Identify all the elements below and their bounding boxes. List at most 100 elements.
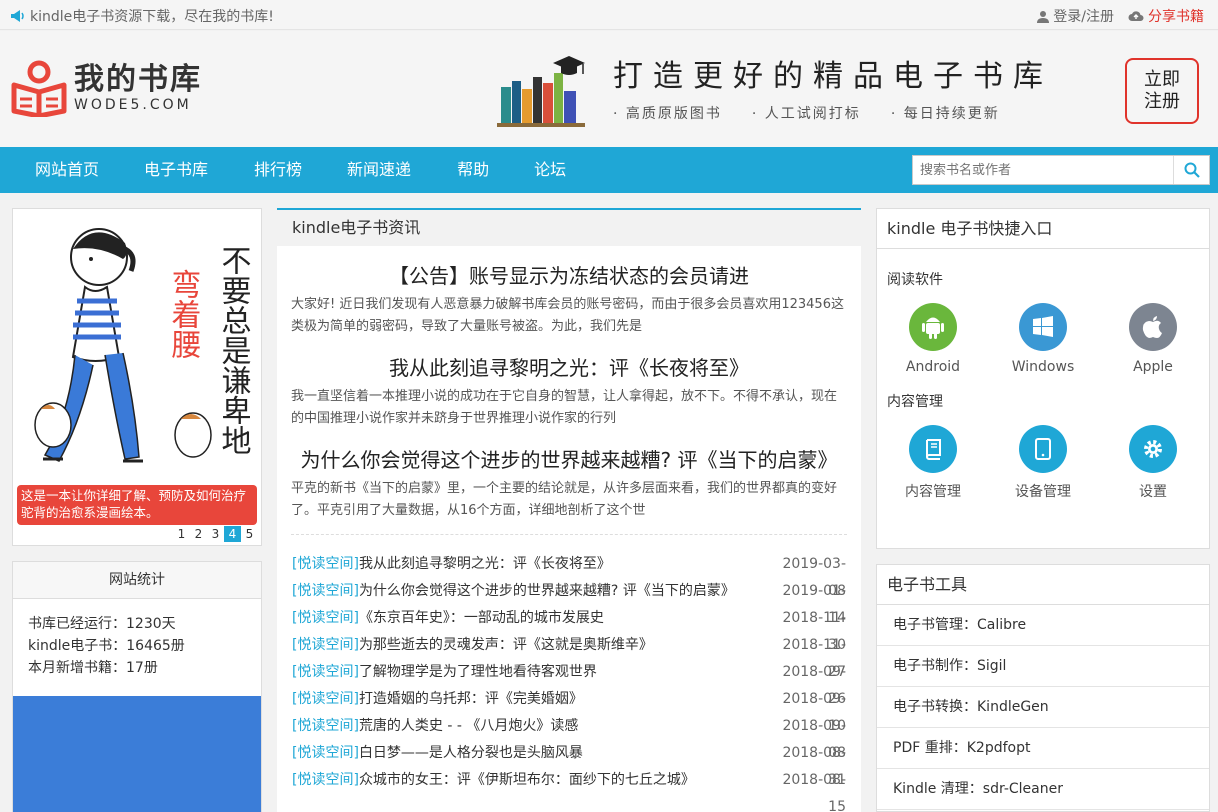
cloud-upload-icon: [1128, 11, 1144, 21]
news-category[interactable]: [悦读空间]: [292, 578, 359, 605]
slider-dot[interactable]: 1: [173, 526, 190, 542]
news-date: 2018-08-31: [782, 745, 846, 788]
nav-news[interactable]: 新闻速递: [347, 147, 411, 193]
nav-home[interactable]: 网站首页: [35, 147, 99, 193]
slogan-title: 打造更好的精品电子书库: [613, 59, 1053, 94]
cover-title-red: 弯着腰: [166, 269, 202, 359]
news-list-item[interactable]: [悦读空间] 为那些逝去的灵魂发声：评《这就是奥斯维辛》 2018-11-27: [292, 632, 846, 680]
search-input[interactable]: [913, 156, 1173, 184]
article-title[interactable]: 为什么你会觉得这个进步的世界越来越糟? 评《当下的启蒙》: [291, 446, 847, 474]
nav-forum[interactable]: 论坛: [534, 147, 566, 193]
megaphone-icon: [11, 10, 24, 22]
news-date: 2018-11-30: [782, 610, 846, 653]
news-title[interactable]: 众城市的女王：评《伊斯坦布尔：面纱下的七丘之城》: [359, 767, 766, 794]
android-app-link[interactable]: Android: [893, 303, 973, 375]
book-icon: [909, 425, 957, 473]
content-management-label: 内容管理: [887, 394, 943, 410]
slogan-item: · 每日持续更新: [890, 106, 1000, 122]
news-list-item[interactable]: [悦读空间] 白日梦——是人格分裂也是头脑风暴 2018-08-31: [292, 740, 846, 788]
books-graduation-cap-icon: [497, 56, 585, 127]
tagline-text: kindle电子书资源下载，尽在我的书库!: [30, 9, 274, 25]
device-management-link[interactable]: 设备管理: [1003, 425, 1083, 501]
gear-icon: [1129, 425, 1177, 473]
stat-line: kindle电子书：16465册: [28, 638, 185, 654]
apple-icon: [1129, 303, 1177, 351]
reading-software-label: 阅读软件: [887, 272, 943, 288]
logo-reader-icon: [11, 60, 67, 117]
content-management-link[interactable]: 内容管理: [893, 425, 973, 501]
news-date: 2018-09-10: [782, 691, 846, 734]
nav-ebook-library[interactable]: 电子书库: [144, 147, 208, 193]
news-title[interactable]: 荒唐的人类史 - - 《八月炮火》读感: [359, 713, 766, 740]
news-list: [悦读空间] 我从此刻追寻黎明之光：评《长夜将至》 2019-03-08 [悦读空间…: [277, 535, 861, 812]
share-books-link[interactable]: 分享书籍: [1128, 6, 1204, 26]
news-title[interactable]: 我从此刻追寻黎明之光：评《长夜将至》: [359, 551, 766, 578]
settings-link[interactable]: 设置: [1113, 425, 1193, 501]
featured-article: 【公告】账号显示为冻结状态的会员请进 大家好! 近日我们发现有人恶意暴力破解书库…: [277, 262, 861, 338]
news-date: 2019-01-14: [782, 583, 846, 626]
news-list-item[interactable]: [悦读空间] 了解物理学是为了理性地看待客观世界 2018-09-26: [292, 659, 846, 707]
news-list-item[interactable]: [悦读空间] 为什么你会觉得这个进步的世界越来越糟? 评《当下的启蒙》 2019-0…: [292, 578, 846, 626]
login-label: 登录/注册: [1053, 9, 1114, 25]
user-icon: [1037, 10, 1050, 23]
tool-link-kindlegen[interactable]: 电子书转换：KindleGen: [877, 687, 1209, 728]
cover-title-black: 不要总是谦卑地: [216, 245, 252, 455]
stats-blue-block: [13, 696, 261, 812]
slider-dot[interactable]: 5: [241, 526, 258, 542]
news-category[interactable]: [悦读空间]: [292, 632, 359, 659]
site-logo[interactable]: 我的书库 WODE5.COM: [10, 59, 202, 117]
news-date: 2018-09-26: [782, 664, 846, 707]
search-button[interactable]: [1173, 156, 1209, 184]
news-category[interactable]: [悦读空间]: [292, 767, 359, 794]
tool-link-k2pdfopt[interactable]: PDF 重排：K2pdfopt: [877, 728, 1209, 769]
apple-label: Apple: [1133, 359, 1173, 375]
news-category[interactable]: [悦读空间]: [292, 605, 359, 632]
news-title[interactable]: 为什么你会觉得这个进步的世界越来越糟? 评《当下的启蒙》: [359, 578, 766, 605]
book-banner-slider[interactable]: 弯着腰 不要总是谦卑地 这是一本让你详细了解、预防及如何治疗驼背的治愈系漫画绘本…: [12, 208, 262, 546]
register-line-2: 注册: [1144, 91, 1180, 112]
news-list-item[interactable]: [悦读空间] 我从此刻追寻黎明之光：评《长夜将至》 2019-03-08: [292, 551, 846, 599]
device-management-label: 设备管理: [1015, 484, 1071, 500]
login-register-link[interactable]: 登录/注册: [1037, 6, 1114, 26]
news-category[interactable]: [悦读空间]: [292, 740, 359, 767]
news-category[interactable]: [悦读空间]: [292, 551, 359, 578]
site-tagline: kindle电子书资源下载，尽在我的书库!: [10, 6, 274, 26]
ebook-tools-panel: 电子书工具 电子书管理：Calibre 电子书制作：Sigil 电子书转换：Ki…: [876, 564, 1210, 812]
news-category[interactable]: [悦读空间]: [292, 659, 359, 686]
news-list-item[interactable]: [悦读空间] 打造婚姻的乌托邦：评《完美婚姻》 2018-09-10: [292, 686, 846, 734]
news-title[interactable]: 打造婚姻的乌托邦：评《完美婚姻》: [359, 686, 766, 713]
article-summary: 大家好! 近日我们发现有人恶意暴力破解书库会员的账号密码，而由于很多会员喜欢用1…: [291, 297, 844, 334]
news-list-item[interactable]: [悦读空间] 《东京百年史》：一部动乱的城市发展史 2018-11-30: [292, 605, 846, 653]
news-list-item[interactable]: [悦读空间] 荒唐的人类史 - - 《八月炮火》读感 2018-09-08: [292, 713, 846, 761]
article-summary: 我一直坚信着一本推理小说的成功在于它自身的智慧，让人拿得起，放不下。不得不承认，…: [291, 389, 838, 426]
content-management-item-label: 内容管理: [905, 484, 961, 500]
slider-dot[interactable]: 3: [207, 526, 224, 542]
news-title[interactable]: 《东京百年史》：一部动乱的城市发展史: [359, 605, 766, 632]
android-label: Android: [905, 359, 961, 375]
nav-ranking[interactable]: 排行榜: [254, 147, 302, 193]
windows-app-link[interactable]: Windows: [1003, 303, 1083, 375]
register-now-button[interactable]: 立即 注册: [1125, 58, 1199, 124]
main-nav: 网站首页 电子书库 排行榜 新闻速递 帮助 论坛: [0, 147, 1218, 193]
news-list-item[interactable]: [悦读空间] 众城市的女王：评《伊斯坦布尔：面纱下的七丘之城》 2018-08-15: [292, 767, 846, 812]
quick-entry-title: kindle 电子书快捷入口: [877, 209, 1209, 249]
cover-caption: 这是一本让你详细了解、预防及如何治疗驼背的治愈系漫画绘本。: [21, 488, 247, 520]
article-title[interactable]: 【公告】账号显示为冻结状态的会员请进: [291, 262, 847, 290]
news-category[interactable]: [悦读空间]: [292, 713, 359, 740]
tool-link-sigil[interactable]: 电子书制作：Sigil: [877, 646, 1209, 687]
article-title[interactable]: 我从此刻追寻黎明之光：评《长夜将至》: [291, 354, 847, 382]
news-category[interactable]: [悦读空间]: [292, 686, 359, 713]
android-icon: [909, 303, 957, 351]
news-title[interactable]: 为那些逝去的灵魂发声：评《这就是奥斯维辛》: [359, 632, 766, 659]
windows-icon: [1019, 303, 1067, 351]
tool-link-calibre[interactable]: 电子书管理：Calibre: [877, 605, 1209, 646]
nav-help[interactable]: 帮助: [457, 147, 489, 193]
apple-app-link[interactable]: Apple: [1113, 303, 1193, 375]
tool-link-sdr-cleaner[interactable]: Kindle 清理：sdr-Cleaner: [877, 769, 1209, 810]
news-title[interactable]: 白日梦——是人格分裂也是头脑风暴: [359, 740, 766, 767]
slider-dot-active[interactable]: 4: [224, 526, 241, 542]
slider-dot[interactable]: 2: [190, 526, 207, 542]
news-title[interactable]: 了解物理学是为了理性地看待客观世界: [359, 659, 766, 686]
book-cover-image: 弯着腰 不要总是谦卑地 这是一本让你详细了解、预防及如何治疗驼背的治愈系漫画绘本…: [13, 209, 261, 529]
settings-label: 设置: [1139, 484, 1167, 500]
